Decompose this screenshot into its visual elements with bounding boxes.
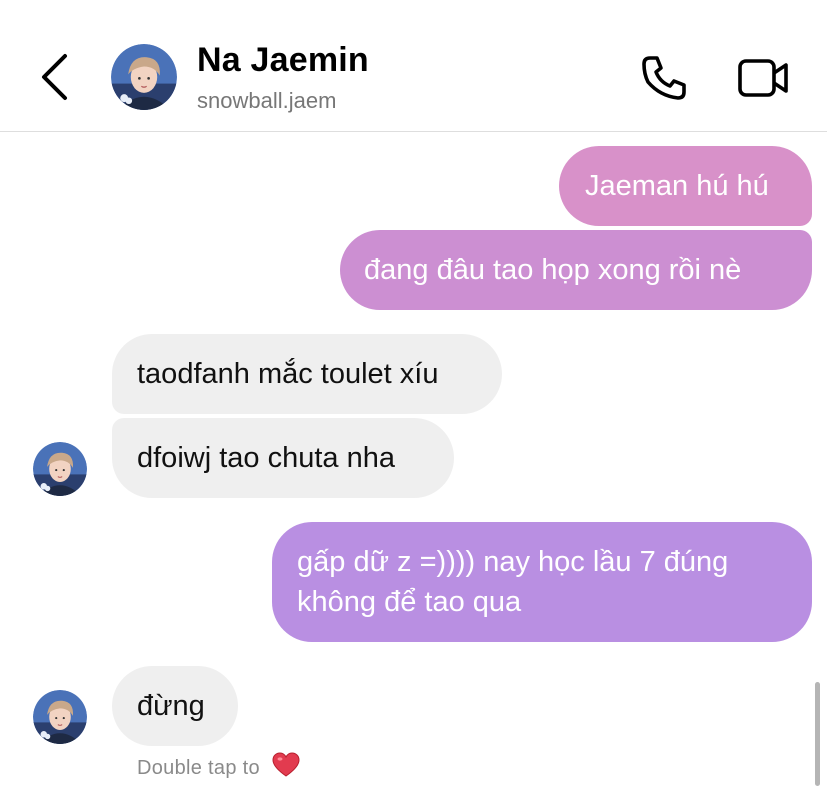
back-button[interactable] bbox=[30, 50, 80, 104]
message-bubble-outgoing[interactable]: đang đâu tao họp xong rồi nè bbox=[340, 230, 812, 310]
message-text-line: không để tao qua bbox=[297, 586, 522, 618]
message-bubble-incoming[interactable]: đừng bbox=[112, 666, 238, 746]
message-bubble-outgoing[interactable]: Jaeman hú hú bbox=[559, 146, 812, 226]
phone-icon bbox=[636, 56, 692, 110]
heart-icon[interactable] bbox=[272, 752, 300, 784]
message-text: taodfanh mắc toulet xíu bbox=[137, 358, 439, 390]
message-text: dfoiwj tao chuta nha bbox=[137, 442, 395, 474]
video-camera-icon bbox=[735, 59, 791, 108]
message-bubble-outgoing[interactable]: gấp dữ z =)))) nay học lầu 7 đúng không … bbox=[272, 522, 812, 642]
header-avatar[interactable] bbox=[111, 44, 177, 110]
message-text: đừng bbox=[137, 690, 205, 722]
scrollbar[interactable] bbox=[815, 682, 820, 786]
chat-header: Na Jaemin snowball.jaem bbox=[0, 0, 827, 132]
call-button[interactable] bbox=[636, 50, 692, 106]
message-text-line: gấp dữ z =)))) nay học lầu 7 đúng bbox=[297, 546, 729, 578]
sender-avatar[interactable] bbox=[33, 442, 87, 496]
double-tap-hint: Double tap to bbox=[137, 752, 300, 784]
message-bubble-incoming[interactable]: dfoiwj tao chuta nha bbox=[112, 418, 454, 498]
contact-name[interactable]: Na Jaemin bbox=[197, 41, 369, 80]
sender-avatar[interactable] bbox=[33, 690, 87, 744]
contact-username: snowball.jaem bbox=[197, 88, 337, 113]
message-text: Jaeman hú hú bbox=[585, 170, 769, 202]
message-text: đang đâu tao họp xong rồi nè bbox=[364, 254, 742, 286]
hint-text: Double tap to bbox=[137, 757, 260, 779]
video-call-button[interactable] bbox=[735, 52, 791, 104]
chevron-left-icon bbox=[30, 54, 80, 108]
message-bubble-incoming[interactable]: taodfanh mắc toulet xíu bbox=[112, 334, 502, 414]
